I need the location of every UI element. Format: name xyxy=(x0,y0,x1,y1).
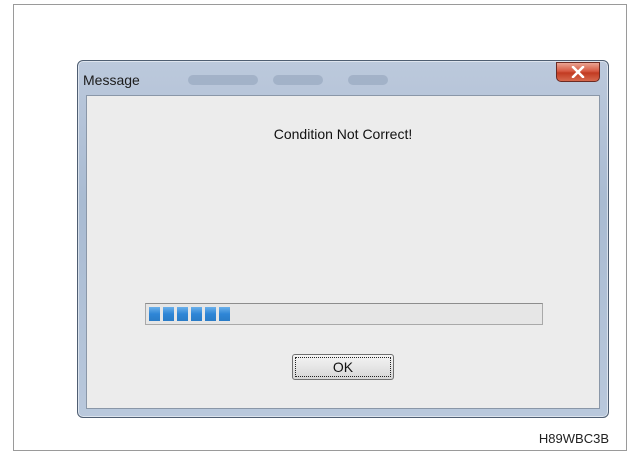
progress-block xyxy=(163,307,174,321)
dialog-title: Message xyxy=(83,72,140,88)
progress-block xyxy=(219,307,230,321)
progress-block xyxy=(191,307,202,321)
progress-bar xyxy=(145,303,543,325)
figure-code: H89WBC3B xyxy=(538,431,609,446)
ok-button-label: OK xyxy=(295,357,391,377)
figure-frame: Message Condition Not Correct! OK H89WBC… xyxy=(13,4,627,451)
title-bar[interactable]: Message xyxy=(78,61,608,95)
message-text: Condition Not Correct! xyxy=(273,126,413,142)
progress-block xyxy=(177,307,188,321)
close-icon xyxy=(571,66,585,78)
message-dialog: Message Condition Not Correct! OK xyxy=(77,60,609,418)
dialog-body: Condition Not Correct! OK xyxy=(86,95,600,409)
title-blur xyxy=(188,75,258,85)
close-button[interactable] xyxy=(556,62,600,82)
title-blur xyxy=(348,75,388,85)
progress-block xyxy=(205,307,216,321)
progress-fill xyxy=(149,307,230,321)
ok-button[interactable]: OK xyxy=(292,354,394,380)
progress-block xyxy=(149,307,160,321)
title-blur xyxy=(273,75,323,85)
